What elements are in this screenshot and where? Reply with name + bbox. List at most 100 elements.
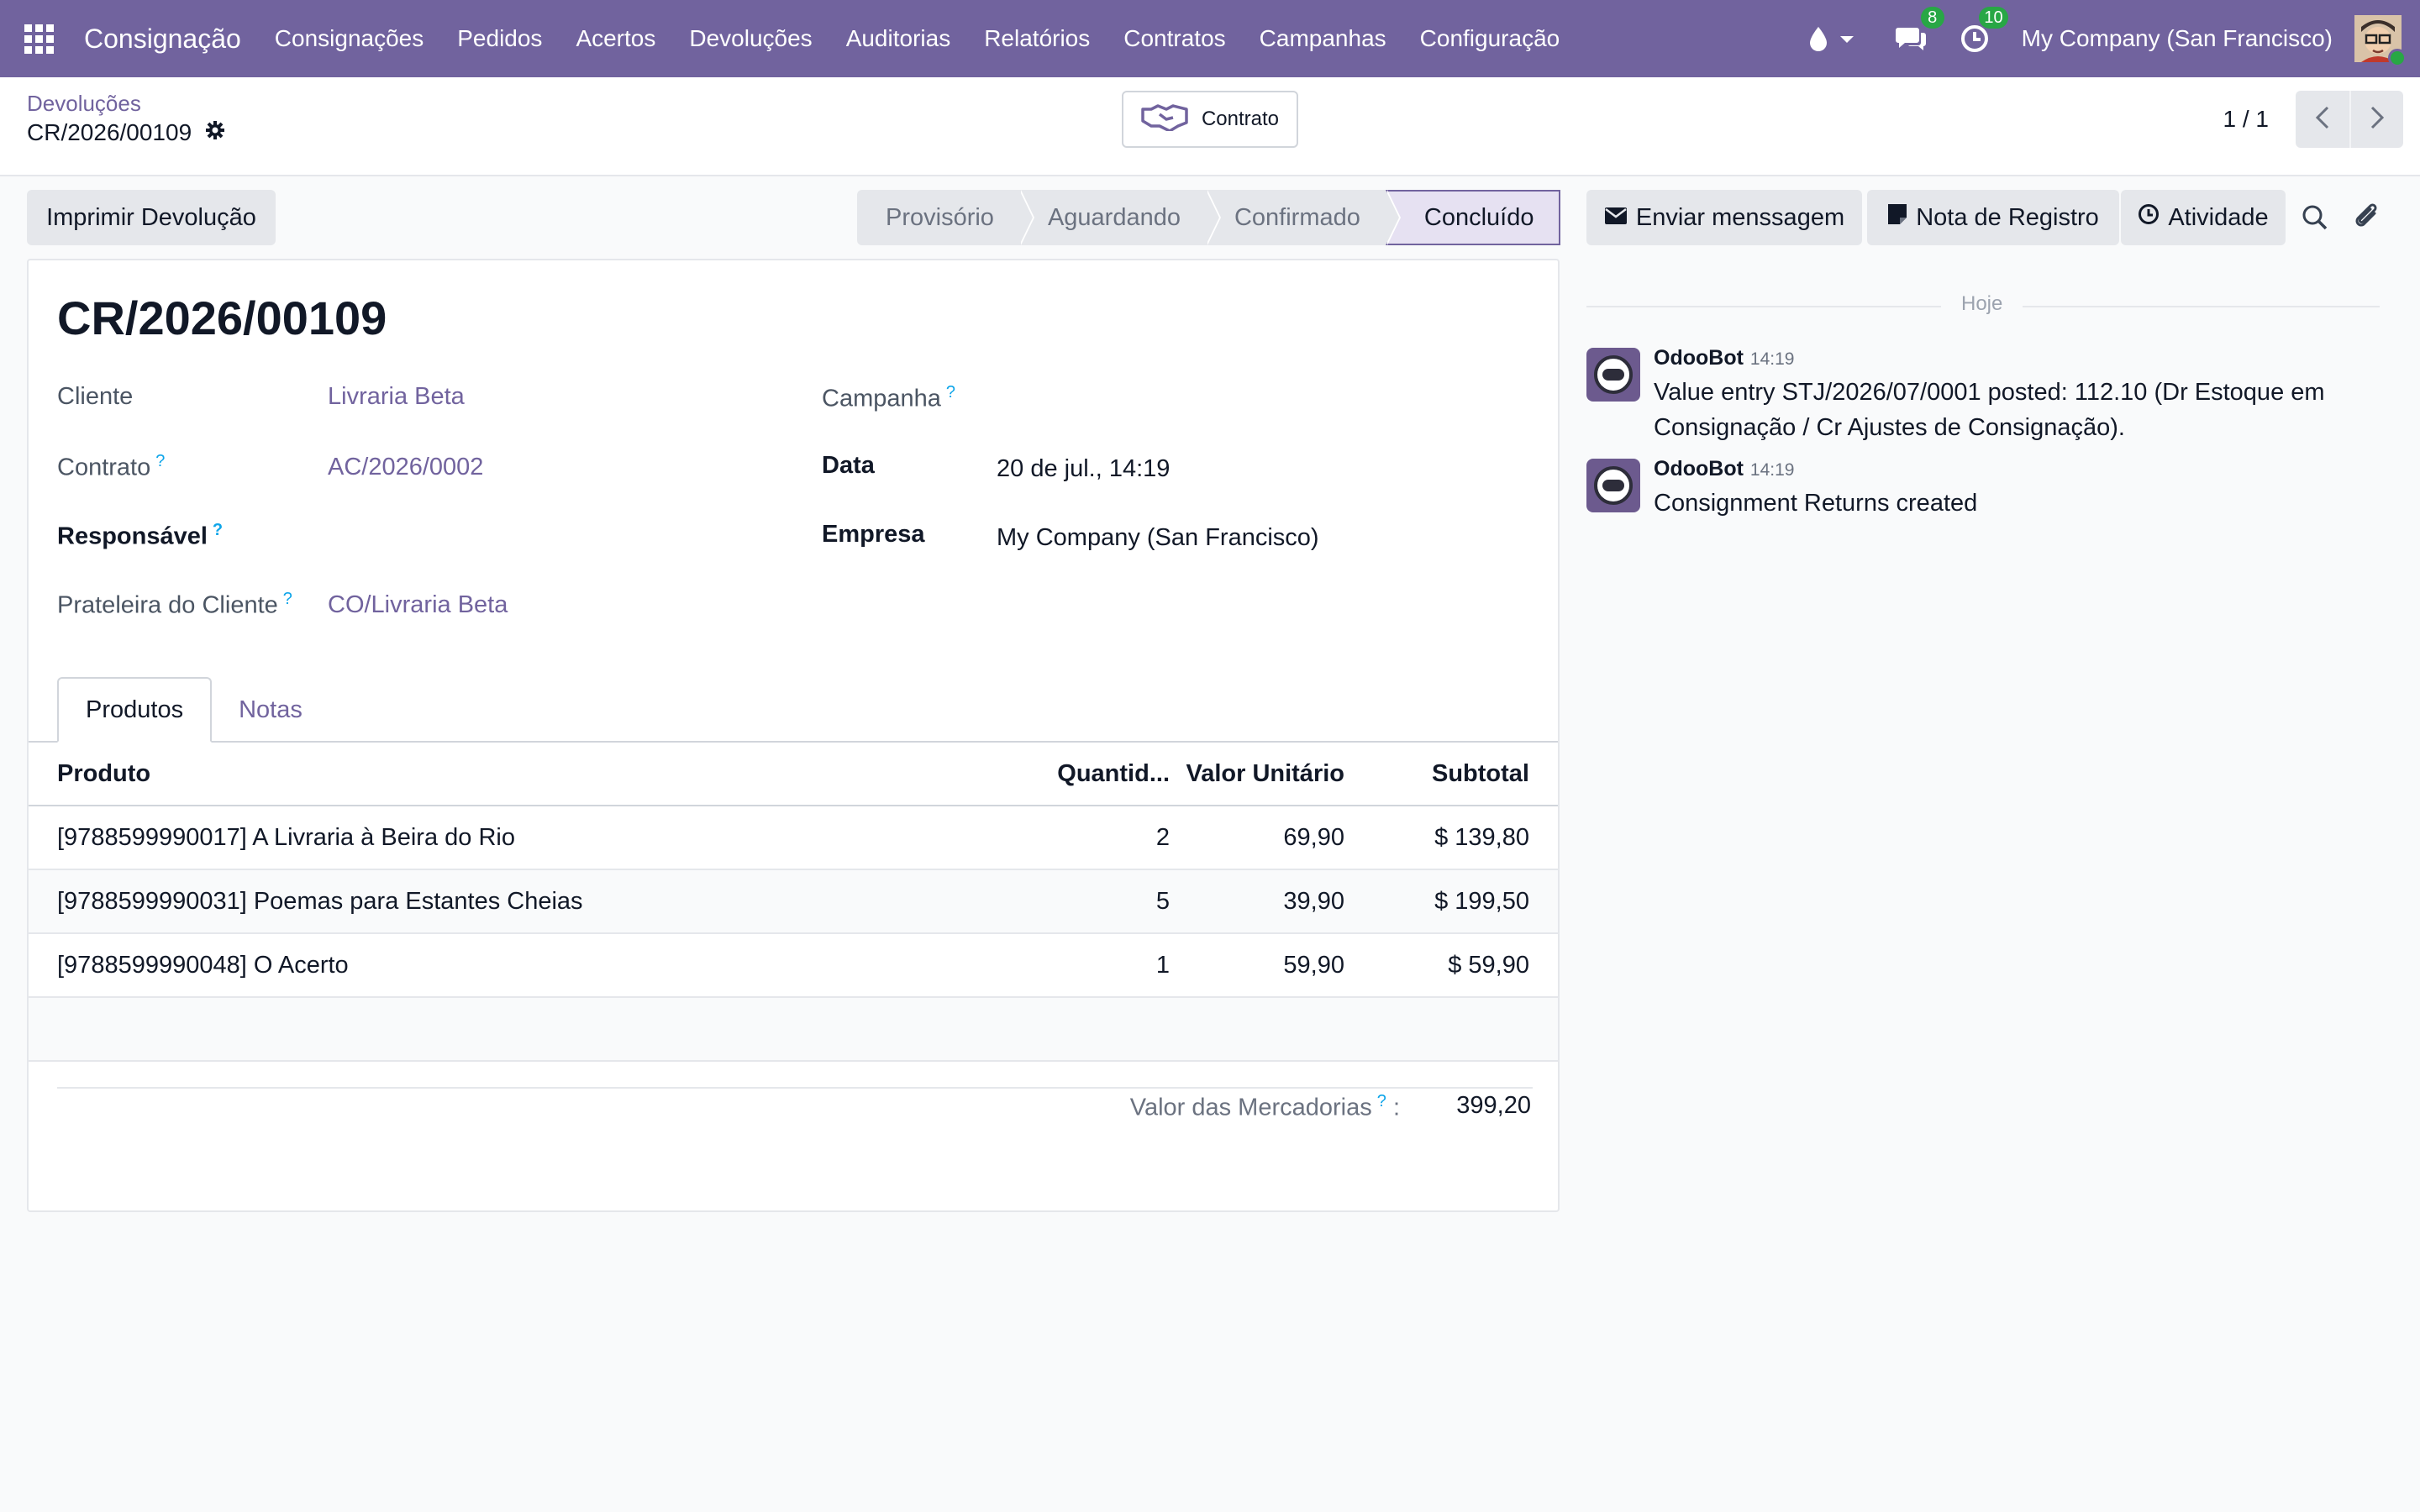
menu-auditorias[interactable]: Auditorias <box>829 0 968 77</box>
messages-count-badge: 8 <box>1920 7 1944 29</box>
campanha-label-text: Campanha <box>822 385 941 412</box>
prateleira-help-icon[interactable]: ? <box>283 590 292 608</box>
tab-produtos[interactable]: Produtos <box>57 677 213 743</box>
pager-previous-button[interactable] <box>2296 91 2349 148</box>
log-note-button[interactable]: Nota de Registro <box>1867 190 2119 245</box>
activities-clock-icon[interactable]: 10 <box>1958 7 2008 55</box>
total-value: 399,20 <box>1456 1092 1531 1119</box>
odoobot-avatar[interactable] <box>1586 348 1640 402</box>
totals-divider <box>57 1087 1533 1089</box>
search-icon[interactable] <box>2301 203 2329 236</box>
cliente-field[interactable]: Livraria Beta <box>328 383 465 411</box>
odoobot-avatar[interactable] <box>1586 459 1640 512</box>
cell-quantidade: 2 <box>1155 823 1170 851</box>
message-author[interactable]: OdooBot 14:19 <box>1654 346 1794 370</box>
menu-consignacoes[interactable]: Consignações <box>258 0 440 77</box>
responsavel-label: Responsável? <box>57 521 223 551</box>
date-separator-label: Hoje <box>1941 292 2023 316</box>
products-table: Produto Quantid... Valor Unitário Subtot… <box>29 743 1558 1062</box>
empresa-field[interactable]: My Company (San Francisco) <box>997 524 1319 552</box>
status-bar: Provisório Aguardando Confirmado Concluí… <box>857 190 1561 245</box>
stage-aguardando[interactable]: Aguardando <box>1018 190 1222 245</box>
gear-icon[interactable] <box>205 119 225 146</box>
robot-icon <box>1594 466 1633 505</box>
prateleira-label: Prateleira do Cliente? <box>57 590 292 620</box>
send-message-label: Enviar menssagem <box>1635 203 1845 231</box>
col-quantidade[interactable]: Quantid... <box>1003 760 1171 788</box>
top-navbar: Consignação Consignações Pedidos Acertos… <box>0 0 2420 77</box>
menu-pedidos[interactable]: Pedidos <box>440 0 559 77</box>
total-help-icon[interactable]: ? <box>1377 1092 1386 1110</box>
contract-smart-button[interactable]: Contrato <box>1122 91 1298 148</box>
message-author[interactable]: OdooBot 14:19 <box>1654 457 1794 481</box>
activity-button[interactable]: Atividade <box>2121 190 2286 245</box>
chevron-right-icon <box>2370 106 2385 134</box>
messages-icon[interactable]: 8 <box>1894 7 1944 55</box>
campanha-help-icon[interactable]: ? <box>946 383 955 402</box>
col-subtotal[interactable]: Subtotal <box>1344 760 1529 788</box>
stage-concluido-active[interactable]: Concluído <box>1385 190 1561 245</box>
responsavel-field[interactable] <box>328 521 748 551</box>
menu-acertos[interactable]: Acertos <box>559 0 672 77</box>
cell-valor-unitario: 69,90 <box>1283 823 1344 851</box>
menu-configuracao[interactable]: Configuração <box>1403 0 1577 77</box>
cell-quantidade: 1 <box>1155 951 1170 979</box>
pager-value[interactable]: 1 / 1 <box>2223 106 2269 133</box>
menu-relatorios[interactable]: Relatórios <box>967 0 1107 77</box>
prateleira-field[interactable]: CO/Livraria Beta <box>328 591 508 619</box>
message-author-name: OdooBot <box>1654 346 1744 370</box>
col-valor-unitario[interactable]: Valor Unitário <box>1171 760 1344 788</box>
contrato-field[interactable]: AC/2026/0002 <box>328 454 483 481</box>
data-field[interactable]: 20 de jul., 14:19 <box>997 455 1170 483</box>
paperclip-icon[interactable] <box>2353 202 2383 238</box>
menu-campanhas[interactable]: Campanhas <box>1243 0 1403 77</box>
send-message-button[interactable]: Enviar menssagem <box>1586 190 1862 245</box>
menu-devolucoes[interactable]: Devoluções <box>672 0 829 77</box>
user-avatar[interactable] <box>2354 15 2407 67</box>
pager-next-button[interactable] <box>2349 91 2403 148</box>
company-switcher[interactable]: My Company (San Francisco) <box>2022 25 2333 52</box>
control-panel: Devoluções CR/2026/00109 Contrato 1 / 1 <box>0 77 2420 176</box>
message-author-name: OdooBot <box>1654 457 1744 480</box>
apps-menu-icon[interactable] <box>0 0 77 77</box>
table-row[interactable]: [9788599990031] Poemas para Estantes Che… <box>29 870 1558 934</box>
breadcrumb-parent-link[interactable]: Devoluções <box>27 91 141 117</box>
responsavel-help-icon[interactable]: ? <box>213 521 223 539</box>
col-produto[interactable]: Produto <box>29 760 1003 788</box>
breadcrumb: CR/2026/00109 <box>27 119 225 146</box>
stage-provisorio[interactable]: Provisório <box>857 190 1034 245</box>
app-name[interactable]: Consignação <box>84 24 241 55</box>
table-empty-row[interactable] <box>29 998 1558 1062</box>
data-label: Data <box>822 452 875 479</box>
print-return-button[interactable]: Imprimir Devolução <box>27 190 276 245</box>
table-header: Produto Quantid... Valor Unitário Subtot… <box>29 743 1558 806</box>
cell-quantidade: 5 <box>1155 887 1170 915</box>
cell-subtotal: $ 199,50 <box>1434 887 1529 915</box>
message-body: Consignment Returns created <box>1654 490 1978 517</box>
campanha-field[interactable] <box>997 383 1501 413</box>
chevron-left-icon <box>2315 106 2330 134</box>
cell-valor-unitario: 59,90 <box>1283 951 1344 979</box>
stage-confirmado[interactable]: Confirmado <box>1205 190 1401 245</box>
envelope-icon <box>1604 204 1628 232</box>
form-sheet: CR/2026/00109 Cliente Livraria Beta Cont… <box>27 259 1560 1212</box>
cell-valor-unitario: 39,90 <box>1283 887 1344 915</box>
robot-icon <box>1594 355 1633 394</box>
table-row[interactable]: [9788599990017] A Livraria à Beira do Ri… <box>29 806 1558 870</box>
clock-icon <box>2138 203 2160 232</box>
stage-concluido-label: Concluído <box>1423 203 1534 231</box>
notebook-tabs: Produtos Notas <box>57 677 329 743</box>
online-status-dot <box>2388 49 2407 67</box>
debug-drop-icon[interactable] <box>1805 22 1864 55</box>
tab-notas[interactable]: Notas <box>212 677 329 743</box>
responsavel-label-text: Responsável <box>57 522 208 550</box>
contrato-help-icon[interactable]: ? <box>155 452 165 470</box>
table-row[interactable]: [9788599990048] O Acerto 1 59,90 $ 59,90 <box>29 934 1558 998</box>
message-time: 14:19 <box>1749 349 1795 369</box>
cell-produto: [9788599990048] O Acerto <box>57 951 349 979</box>
campanha-label: Campanha? <box>822 383 955 413</box>
contrato-label-text: Contrato <box>57 454 151 481</box>
menu-contratos[interactable]: Contratos <box>1107 0 1242 77</box>
prateleira-label-text: Prateleira do Cliente <box>57 591 278 619</box>
message-body: Value entry STJ/2026/07/0001 posted: 112… <box>1654 379 2325 441</box>
